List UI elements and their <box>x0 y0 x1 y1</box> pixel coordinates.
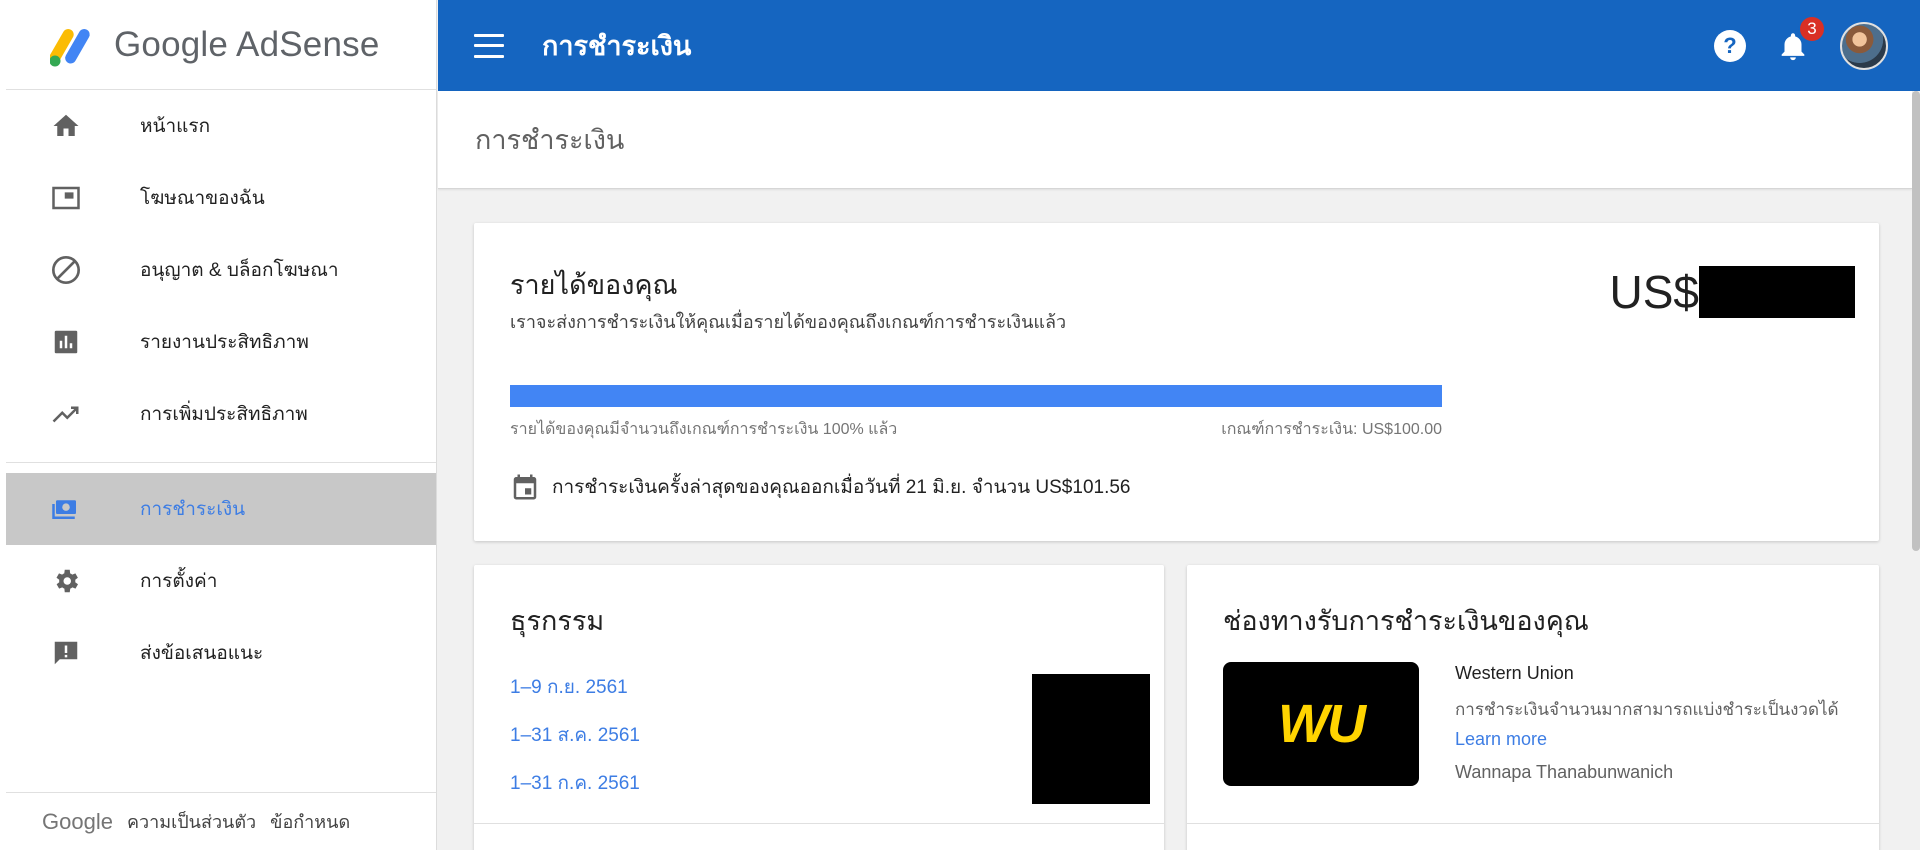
transaction-link[interactable]: 1–31 ก.ค. 2561 <box>510 768 640 816</box>
notification-badge: 3 <box>1798 14 1826 43</box>
avatar[interactable] <box>1840 21 1888 70</box>
payment-methods-title: ช่องทางรับการชำระเงินของคุณ <box>1223 606 1589 636</box>
logo-text: Google AdSense <box>114 24 380 64</box>
sidebar-item-label: ส่งข้อเสนอแนะ <box>140 643 264 664</box>
feedback-icon <box>48 635 84 671</box>
calendar-icon <box>513 474 537 500</box>
sidebar-item-reports[interactable]: รายงานประสิทธิภาพ <box>6 306 436 378</box>
sidebar-item-payments[interactable]: การชำระเงิน <box>6 473 436 545</box>
home-icon <box>48 108 84 144</box>
transactions-card: ธุรกรรม 1–9 ก.ย. 2561 1–31 ส.ค. 2561 1–3… <box>474 565 1164 850</box>
account-holder-name: Wannapa Thanabunwanich <box>1455 762 1674 782</box>
sidebar-item-label: การเพิ่มประสิทธิภาพ <box>140 404 308 425</box>
learn-more-link[interactable]: Learn more <box>1455 729 1839 750</box>
progress-fill <box>510 385 1442 407</box>
sidebar-item-label: อนุญาต & บล็อกโฆษณา <box>140 260 339 281</box>
transactions-title: ธุรกรรม <box>510 606 605 636</box>
earnings-currency: US$ <box>1609 266 1699 318</box>
footer-google-brand: Google <box>42 808 113 834</box>
sidebar-item-label: รายงานประสิทธิภาพ <box>140 332 309 353</box>
redacted-amount <box>1699 266 1855 318</box>
sidebar-nav: หน้าแรก โฆษณาของฉัน อนุญาต & บล็อกโฆษณา … <box>0 90 436 689</box>
sidebar-item-label: โฆษณาของฉัน <box>140 188 265 209</box>
sidebar-item-optimization[interactable]: การเพิ่มประสิทธิภาพ <box>6 378 436 450</box>
transactions-list: 1–9 ก.ย. 2561 1–31 ส.ค. 2561 1–31 ก.ค. 2… <box>510 672 640 816</box>
western-union-logo: WU <box>1223 662 1419 786</box>
footer-terms-link[interactable]: ข้อกำหนด <box>270 807 350 836</box>
earnings-amount: US$ <box>1610 265 1855 319</box>
footer-privacy-link[interactable]: ความเป็นส่วนตัว <box>127 807 256 836</box>
earnings-card: รายได้ของคุณ เราจะส่งการชำระเงินให้คุณเม… <box>474 223 1879 541</box>
ad-unit-icon <box>48 180 84 216</box>
threshold-text: เกณฑ์การชำระเงิน: US$100.00 <box>1221 421 1442 438</box>
help-icon[interactable]: ? <box>1714 29 1746 62</box>
sidebar-item-settings[interactable]: การตั้งค่า <box>6 545 436 617</box>
notifications-button[interactable]: 3 <box>1776 14 1826 63</box>
gear-icon <box>48 563 84 599</box>
payment-methods-card: ช่องทางรับการชำระเงินของคุณ WU Western U… <box>1187 565 1879 850</box>
transaction-link[interactable]: 1–9 ก.ย. 2561 <box>510 672 640 720</box>
top-app-bar: การชำระเงิน ? 3 <box>438 0 1920 91</box>
sidebar-item-label: การชำระเงิน <box>140 499 246 520</box>
earnings-title: รายได้ของคุณ <box>510 270 678 300</box>
payment-method-description: การชำระเงินจำนวนมากสามารถแบ่งชำระเป็นงวด… <box>1455 700 1839 719</box>
earnings-subtitle: เราจะส่งการชำระเงินให้คุณเมื่อรายได้ของค… <box>510 312 1067 332</box>
block-icon <box>48 252 84 288</box>
last-payment: การชำระเงินครั้งล่าสุดของคุณออกเมื่อวันท… <box>510 471 1131 503</box>
sidebar: Google AdSense หน้าแรก โฆษณาของฉัน อนุญา… <box>0 0 437 850</box>
threshold-progress-bar <box>510 385 1442 407</box>
page-title: การชำระเงิน <box>475 125 625 155</box>
topbar-title: การชำระเงิน <box>542 31 692 61</box>
payment-method-info: Western Union การชำระเงินจำนวนมากสามารถแ… <box>1455 663 1839 783</box>
sidebar-item-block-controls[interactable]: อนุญาต & บล็อกโฆษณา <box>6 234 436 306</box>
transaction-link[interactable]: 1–31 ส.ค. 2561 <box>510 720 640 768</box>
sidebar-item-home[interactable]: หน้าแรก <box>6 90 436 162</box>
page-header: การชำระเงิน <box>438 91 1912 189</box>
bar-chart-icon <box>48 324 84 360</box>
scrollbar[interactable] <box>1912 91 1920 551</box>
adsense-logo-icon <box>50 28 90 66</box>
card-divider <box>474 823 1164 824</box>
sidebar-item-label: หน้าแรก <box>140 116 211 137</box>
nav-divider <box>6 462 436 463</box>
menu-icon[interactable] <box>474 33 504 58</box>
sidebar-item-label: การตั้งค่า <box>140 571 218 592</box>
wu-logo-text: WU <box>1278 694 1366 754</box>
topbar-actions: ? 3 <box>1714 0 1888 91</box>
adsense-logo[interactable]: Google AdSense <box>6 0 436 90</box>
trending-up-icon <box>48 396 84 432</box>
sidebar-item-my-ads[interactable]: โฆษณาของฉัน <box>6 162 436 234</box>
redacted-amounts <box>1032 674 1150 804</box>
sidebar-footer: Google ความเป็นส่วนตัว ข้อกำหนด <box>6 792 436 850</box>
payment-method-name: Western Union <box>1455 663 1574 683</box>
card-divider <box>1187 823 1879 824</box>
last-payment-text: การชำระเงินครั้งล่าสุดของคุณออกเมื่อวันท… <box>552 477 1131 498</box>
sidebar-item-feedback[interactable]: ส่งข้อเสนอแนะ <box>6 617 436 689</box>
payments-icon <box>48 491 84 527</box>
